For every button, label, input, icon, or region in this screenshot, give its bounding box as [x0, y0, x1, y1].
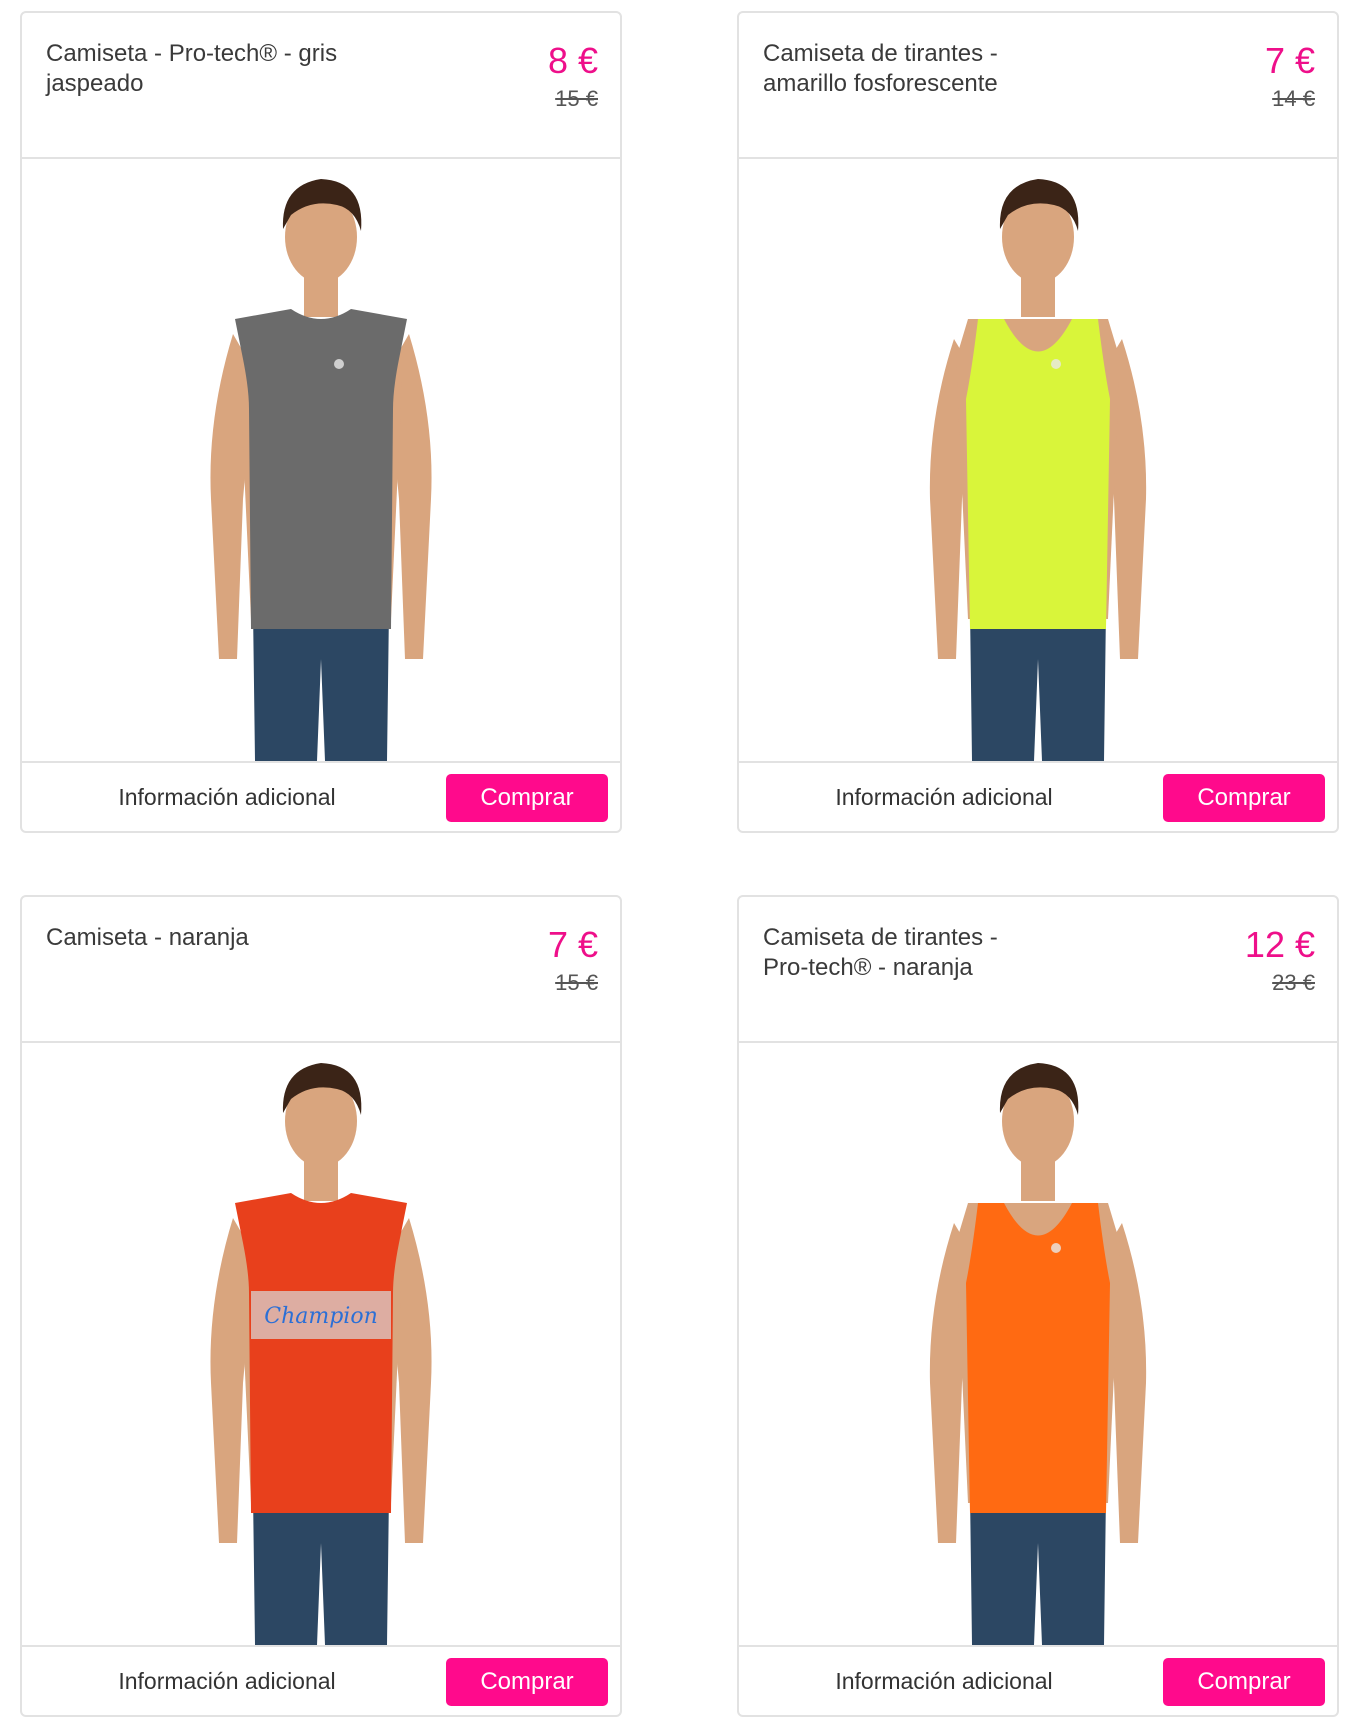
more-info-link[interactable]: Información adicional [72, 1667, 382, 1695]
original-price: 15 € [555, 970, 598, 995]
product-title[interactable]: Camiseta - naranja [46, 923, 376, 953]
jeans [253, 609, 389, 761]
buy-button[interactable]: Comprar [446, 1658, 608, 1706]
buy-button[interactable]: Comprar [1163, 774, 1325, 822]
product-header: Camiseta - Pro-tech® - gris jaspeado 8 €… [22, 13, 620, 159]
shirt [966, 1203, 1110, 1513]
original-price: 15 € [555, 86, 598, 111]
product-title[interactable]: Camiseta de tirantes - Pro-tech® - naran… [763, 923, 1093, 983]
product-image[interactable]: Champion [22, 1043, 620, 1645]
model-photo [929, 179, 1147, 761]
product-footer: Información adicional Comprar [739, 1645, 1337, 1715]
model-photo: Champion [210, 1063, 432, 1645]
buy-button[interactable]: Comprar [446, 774, 608, 822]
jeans [970, 1493, 1106, 1645]
original-price: 23 € [1272, 970, 1315, 995]
product-header: Camiseta de tirantes - Pro-tech® - naran… [739, 897, 1337, 1043]
product-image[interactable] [22, 159, 620, 761]
product-card: Camiseta - naranja 7 € 15 € Champion Inf… [20, 895, 622, 1717]
more-info-link[interactable]: Información adicional [72, 783, 382, 811]
product-card: Camiseta de tirantes - amarillo fosfores… [737, 11, 1339, 833]
product-image[interactable] [739, 159, 1337, 761]
product-header: Camiseta - naranja 7 € 15 € [22, 897, 620, 1043]
buy-button[interactable]: Comprar [1163, 1658, 1325, 1706]
product-footer: Información adicional Comprar [739, 761, 1337, 831]
current-price: 12 € [1244, 924, 1315, 965]
current-price: 7 € [1264, 40, 1315, 81]
product-card: Camiseta de tirantes - Pro-tech® - naran… [737, 895, 1339, 1717]
current-price: 8 € [547, 40, 598, 81]
product-title[interactable]: Camiseta - Pro-tech® - gris jaspeado [46, 39, 376, 99]
shirt [966, 319, 1110, 629]
more-info-link[interactable]: Información adicional [789, 783, 1099, 811]
model-photo [210, 179, 432, 761]
product-card: Camiseta - Pro-tech® - gris jaspeado 8 €… [20, 11, 622, 833]
logo-icon [1051, 1243, 1061, 1253]
product-footer: Información adicional Comprar [22, 1645, 620, 1715]
product-footer: Información adicional Comprar [22, 761, 620, 831]
logo-icon [1051, 359, 1061, 369]
logo-icon [334, 359, 344, 369]
jeans [253, 1493, 389, 1645]
current-price: 7 € [547, 924, 598, 965]
model-photo [929, 1063, 1147, 1645]
product-image[interactable] [739, 1043, 1337, 1645]
shirt [235, 309, 407, 629]
more-info-link[interactable]: Información adicional [789, 1667, 1099, 1695]
shirt-print-text: Champion [264, 1304, 378, 1329]
product-title[interactable]: Camiseta de tirantes - amarillo fosfores… [763, 39, 1093, 99]
jeans [970, 609, 1106, 761]
original-price: 14 € [1272, 86, 1315, 111]
product-header: Camiseta de tirantes - amarillo fosfores… [739, 13, 1337, 159]
shirt [235, 1193, 407, 1513]
